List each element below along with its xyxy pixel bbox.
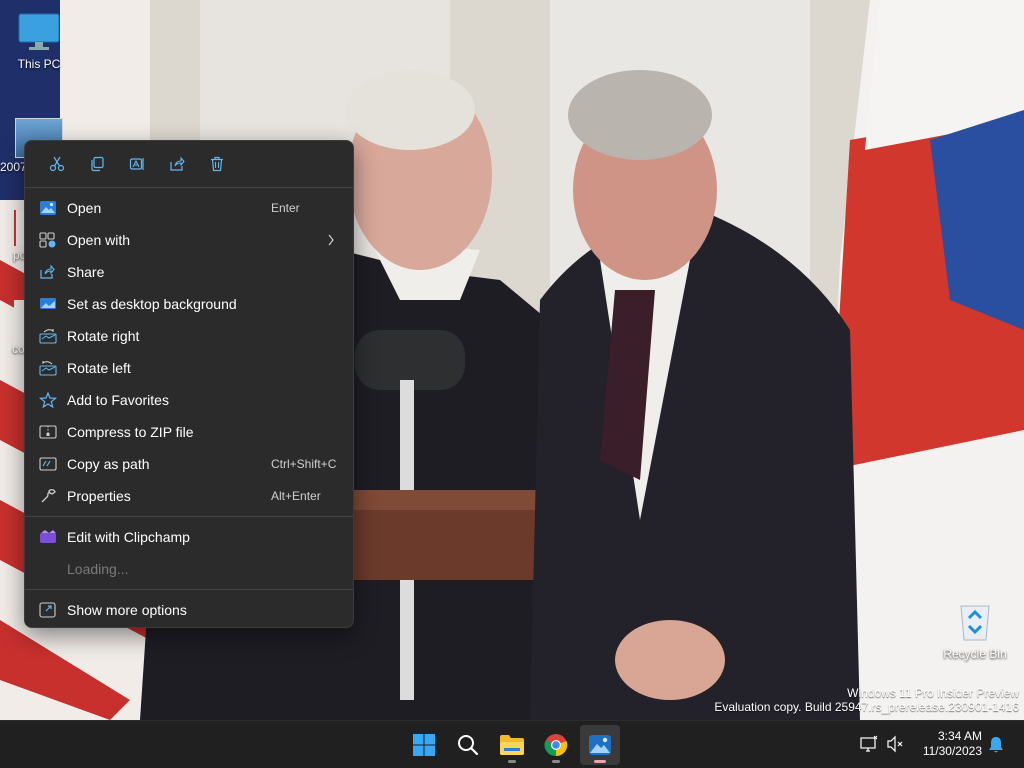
menu-item-label: Rotate left bbox=[67, 360, 131, 376]
menu-item-shortcut: Alt+Enter bbox=[271, 489, 321, 503]
menu-item-show-more-options[interactable]: Show more options bbox=[25, 594, 353, 626]
copy-path-icon bbox=[39, 457, 57, 471]
volume-muted-icon[interactable] bbox=[886, 735, 904, 753]
system-clock[interactable]: 3:34 AM 11/30/2023 bbox=[912, 729, 982, 759]
menu-item-shortcut: Ctrl+Shift+C bbox=[271, 457, 337, 471]
search-button[interactable] bbox=[448, 725, 488, 765]
share-icon bbox=[170, 156, 185, 171]
rotate-left-icon bbox=[39, 361, 57, 376]
menu-item-label: Show more options bbox=[67, 602, 187, 618]
photos-icon bbox=[589, 735, 611, 755]
menu-item-copy-as-path[interactable]: Copy as path Ctrl+Shift+C bbox=[25, 448, 353, 480]
notification-bell-icon[interactable] bbox=[988, 736, 1004, 754]
taskbar: 3:34 AM 11/30/2023 bbox=[0, 720, 1024, 768]
clock-date: 11/30/2023 bbox=[922, 744, 982, 758]
rename-button[interactable] bbox=[117, 147, 157, 181]
menu-item-share[interactable]: Share bbox=[25, 256, 353, 288]
running-indicator bbox=[508, 760, 516, 763]
clock-time: 3:34 AM bbox=[937, 729, 982, 743]
menu-item-label: Rotate right bbox=[67, 328, 140, 344]
show-more-icon bbox=[39, 602, 56, 618]
clipchamp-icon bbox=[40, 530, 56, 543]
menu-item-label: Open bbox=[67, 200, 102, 216]
menu-item-label: Open with bbox=[67, 232, 131, 248]
network-icon[interactable] bbox=[860, 735, 878, 753]
menu-item-shortcut: Enter bbox=[271, 201, 300, 215]
copy-button[interactable] bbox=[77, 147, 117, 181]
rotate-right-icon bbox=[39, 329, 57, 344]
chrome-icon bbox=[544, 734, 568, 757]
menu-item-loading: Loading... bbox=[25, 553, 353, 585]
chrome-button[interactable] bbox=[536, 725, 576, 765]
star-icon bbox=[39, 392, 57, 408]
zip-icon bbox=[39, 425, 57, 439]
watermark-line-1: Windows 11 Pro Insider Preview bbox=[847, 686, 1019, 700]
wrench-icon bbox=[41, 489, 56, 503]
photos-button[interactable] bbox=[580, 725, 620, 765]
cut-button[interactable] bbox=[37, 147, 77, 181]
share-icon bbox=[40, 264, 55, 279]
photos-icon bbox=[40, 201, 56, 215]
desktop-icon-label: This PC bbox=[17, 57, 61, 71]
menu-item-open-with[interactable]: Open with bbox=[25, 224, 353, 256]
scissors-icon bbox=[49, 156, 65, 172]
desktop-background-icon bbox=[40, 298, 56, 309]
menu-item-compress-zip[interactable]: Compress to ZIP file bbox=[25, 416, 353, 448]
menu-item-rotate-left[interactable]: Rotate left bbox=[25, 352, 353, 384]
folder-icon bbox=[500, 735, 524, 755]
menu-item-label: Copy as path bbox=[67, 456, 150, 472]
delete-button[interactable] bbox=[197, 147, 237, 181]
context-menu-toolbar bbox=[25, 141, 353, 187]
desktop-icon-label: Recycle Bin bbox=[943, 647, 1007, 661]
search-icon bbox=[458, 735, 479, 756]
share-button[interactable] bbox=[157, 147, 197, 181]
menu-item-open[interactable]: Open Enter bbox=[25, 192, 353, 224]
context-menu: Open Enter Open with Share Set as deskto… bbox=[24, 140, 354, 628]
start-button[interactable] bbox=[404, 725, 444, 765]
rename-icon bbox=[129, 158, 144, 170]
watermark-line-2: Evaluation copy. Build 25947.rs_prerelea… bbox=[714, 700, 1019, 714]
desktop-icon-this-pc[interactable]: This PC bbox=[9, 12, 69, 71]
menu-item-set-desktop-background[interactable]: Set as desktop background bbox=[25, 288, 353, 320]
menu-item-properties[interactable]: Properties Alt+Enter bbox=[25, 480, 353, 512]
menu-item-label: Share bbox=[67, 264, 105, 280]
menu-item-label: Loading... bbox=[67, 561, 129, 577]
menu-item-edit-with-clipchamp[interactable]: Edit with Clipchamp bbox=[25, 521, 353, 553]
file-explorer-button[interactable] bbox=[492, 725, 532, 765]
recycle-bin-icon bbox=[960, 605, 990, 641]
chevron-right-icon bbox=[328, 234, 334, 246]
windows-start-icon bbox=[413, 734, 435, 756]
menu-item-rotate-right[interactable]: Rotate right bbox=[25, 320, 353, 352]
menu-item-label: Edit with Clipchamp bbox=[67, 529, 190, 545]
monitor-icon bbox=[18, 13, 60, 50]
active-indicator bbox=[594, 760, 606, 763]
desktop-icon-recycle-bin[interactable]: Recycle Bin bbox=[940, 598, 1010, 661]
menu-item-label: Add to Favorites bbox=[67, 392, 169, 408]
running-indicator bbox=[552, 760, 560, 763]
menu-item-label: Compress to ZIP file bbox=[67, 424, 194, 440]
evaluation-watermark: Windows 11 Pro Insider Preview Evaluatio… bbox=[714, 686, 1019, 714]
open-with-icon bbox=[39, 232, 56, 248]
copy-icon bbox=[91, 156, 104, 172]
menu-item-label: Set as desktop background bbox=[67, 296, 237, 312]
menu-item-add-to-favorites[interactable]: Add to Favorites bbox=[25, 384, 353, 416]
trash-icon bbox=[211, 156, 223, 172]
menu-item-label: Properties bbox=[67, 488, 131, 504]
